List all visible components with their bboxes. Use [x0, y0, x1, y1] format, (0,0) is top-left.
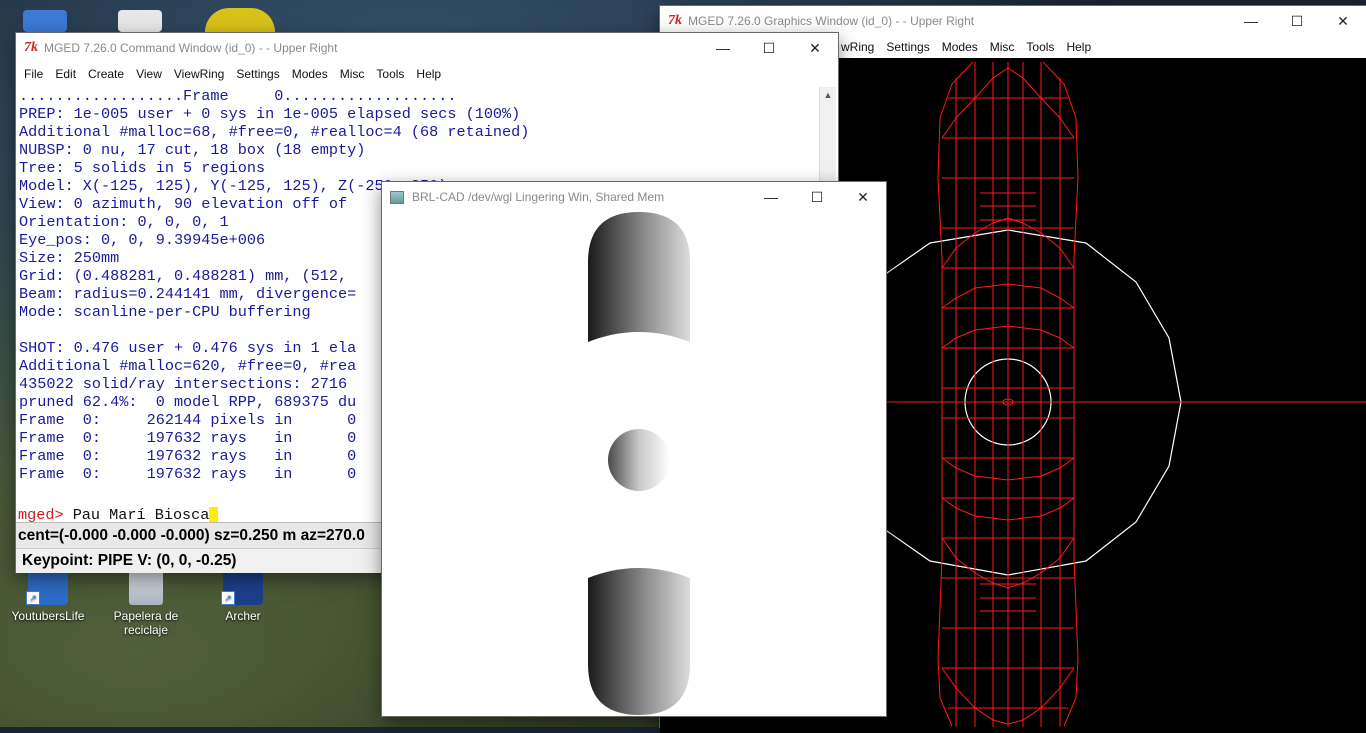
- menu-settings[interactable]: Settings: [230, 67, 285, 81]
- command-window-titlebar[interactable]: 7k MGED 7.26.0 Command Window (id_0) - -…: [16, 33, 838, 63]
- app-icon: [205, 8, 275, 32]
- maximize-button[interactable]: ☐: [746, 33, 792, 63]
- desktop-icon-recycle-bin[interactable]: Papelera de reciclaje: [101, 565, 191, 637]
- menu-viewring[interactable]: ViewRing: [168, 67, 230, 81]
- output-line: Tree: 5 solids in 5 regions: [19, 159, 266, 177]
- output-line: ..................Frame 0...............…: [19, 87, 457, 105]
- window-title: MGED 7.26.0 Command Window (id_0) - - Up…: [44, 41, 338, 55]
- output-line: PREP: 1e-005 user + 0 sys in 1e-005 elap…: [19, 105, 521, 123]
- menu-tools[interactable]: Tools: [1020, 40, 1060, 54]
- desktop-icon-label: YoutubersLife: [11, 609, 85, 623]
- menu-help[interactable]: Help: [410, 67, 447, 81]
- desktop-icon-label: Papelera de reciclaje: [113, 609, 179, 637]
- center-sphere: [608, 429, 670, 491]
- app-icon: [23, 10, 67, 32]
- minimize-button[interactable]: —: [748, 182, 794, 212]
- raytrace-image: [384, 212, 886, 715]
- window-title: MGED 7.26.0 Graphics Window (id_0) - - U…: [688, 14, 975, 28]
- graphics-window-titlebar[interactable]: 7k MGED 7.26.0 Graphics Window (id_0) - …: [660, 6, 1366, 36]
- menu-misc[interactable]: Misc: [334, 67, 371, 81]
- output-line: Additional #malloc=68, #free=0, #realloc…: [19, 123, 530, 141]
- minimize-button[interactable]: —: [1228, 6, 1274, 36]
- output-line: NUBSP: 0 nu, 17 cut, 18 box (18 empty): [19, 141, 366, 159]
- desktop-icon-label: Archer: [225, 609, 261, 623]
- menu-viewring[interactable]: wRing: [835, 40, 880, 54]
- tk-feather-icon: 7k: [668, 13, 682, 28]
- maximize-button[interactable]: ☐: [794, 182, 840, 212]
- menu-settings[interactable]: Settings: [880, 40, 935, 54]
- close-button[interactable]: ✕: [840, 182, 886, 212]
- framebuffer-window[interactable]: BRL-CAD /dev/wgl Lingering Win, Shared M…: [382, 182, 886, 716]
- scroll-up-arrow-icon[interactable]: ▲: [820, 87, 836, 103]
- top-pipe-segment: [588, 212, 690, 342]
- desktop-icon-youtuberslife[interactable]: ↗ YoutubersLife: [3, 565, 93, 623]
- maximize-button[interactable]: ☐: [1274, 6, 1320, 36]
- desktop-icon-archer[interactable]: ↗ Archer: [198, 565, 288, 623]
- menu-view[interactable]: View: [130, 67, 168, 81]
- menu-tools[interactable]: Tools: [370, 67, 410, 81]
- menu-misc[interactable]: Misc: [984, 40, 1021, 54]
- command-menubar: File Edit Create View ViewRing Settings …: [16, 63, 838, 85]
- menu-edit[interactable]: Edit: [49, 67, 82, 81]
- menu-modes[interactable]: Modes: [286, 67, 334, 81]
- window-title: BRL-CAD /dev/wgl Lingering Win, Shared M…: [412, 190, 665, 204]
- menu-create[interactable]: Create: [82, 67, 130, 81]
- pipe-wireframe: [937, 61, 1079, 727]
- shortcut-arrow-icon: ↗: [221, 591, 235, 605]
- text-cursor: [209, 507, 219, 523]
- menu-file[interactable]: File: [18, 67, 49, 81]
- raytraced-render: [588, 212, 690, 715]
- bottom-pipe-segment: [588, 568, 690, 715]
- desktop-icon-top-3[interactable]: [200, 8, 280, 36]
- shortcut-arrow-icon: ↗: [26, 591, 40, 605]
- menu-help[interactable]: Help: [1060, 40, 1097, 54]
- tk-feather-icon: 7k: [24, 40, 38, 55]
- minimize-button[interactable]: —: [700, 33, 746, 63]
- folder-icon: [118, 10, 162, 32]
- framebuffer-app-icon: [390, 190, 404, 204]
- close-button[interactable]: ✕: [792, 33, 838, 63]
- close-button[interactable]: ✕: [1320, 6, 1366, 36]
- menu-modes[interactable]: Modes: [936, 40, 984, 54]
- framebuffer-titlebar[interactable]: BRL-CAD /dev/wgl Lingering Win, Shared M…: [382, 182, 886, 212]
